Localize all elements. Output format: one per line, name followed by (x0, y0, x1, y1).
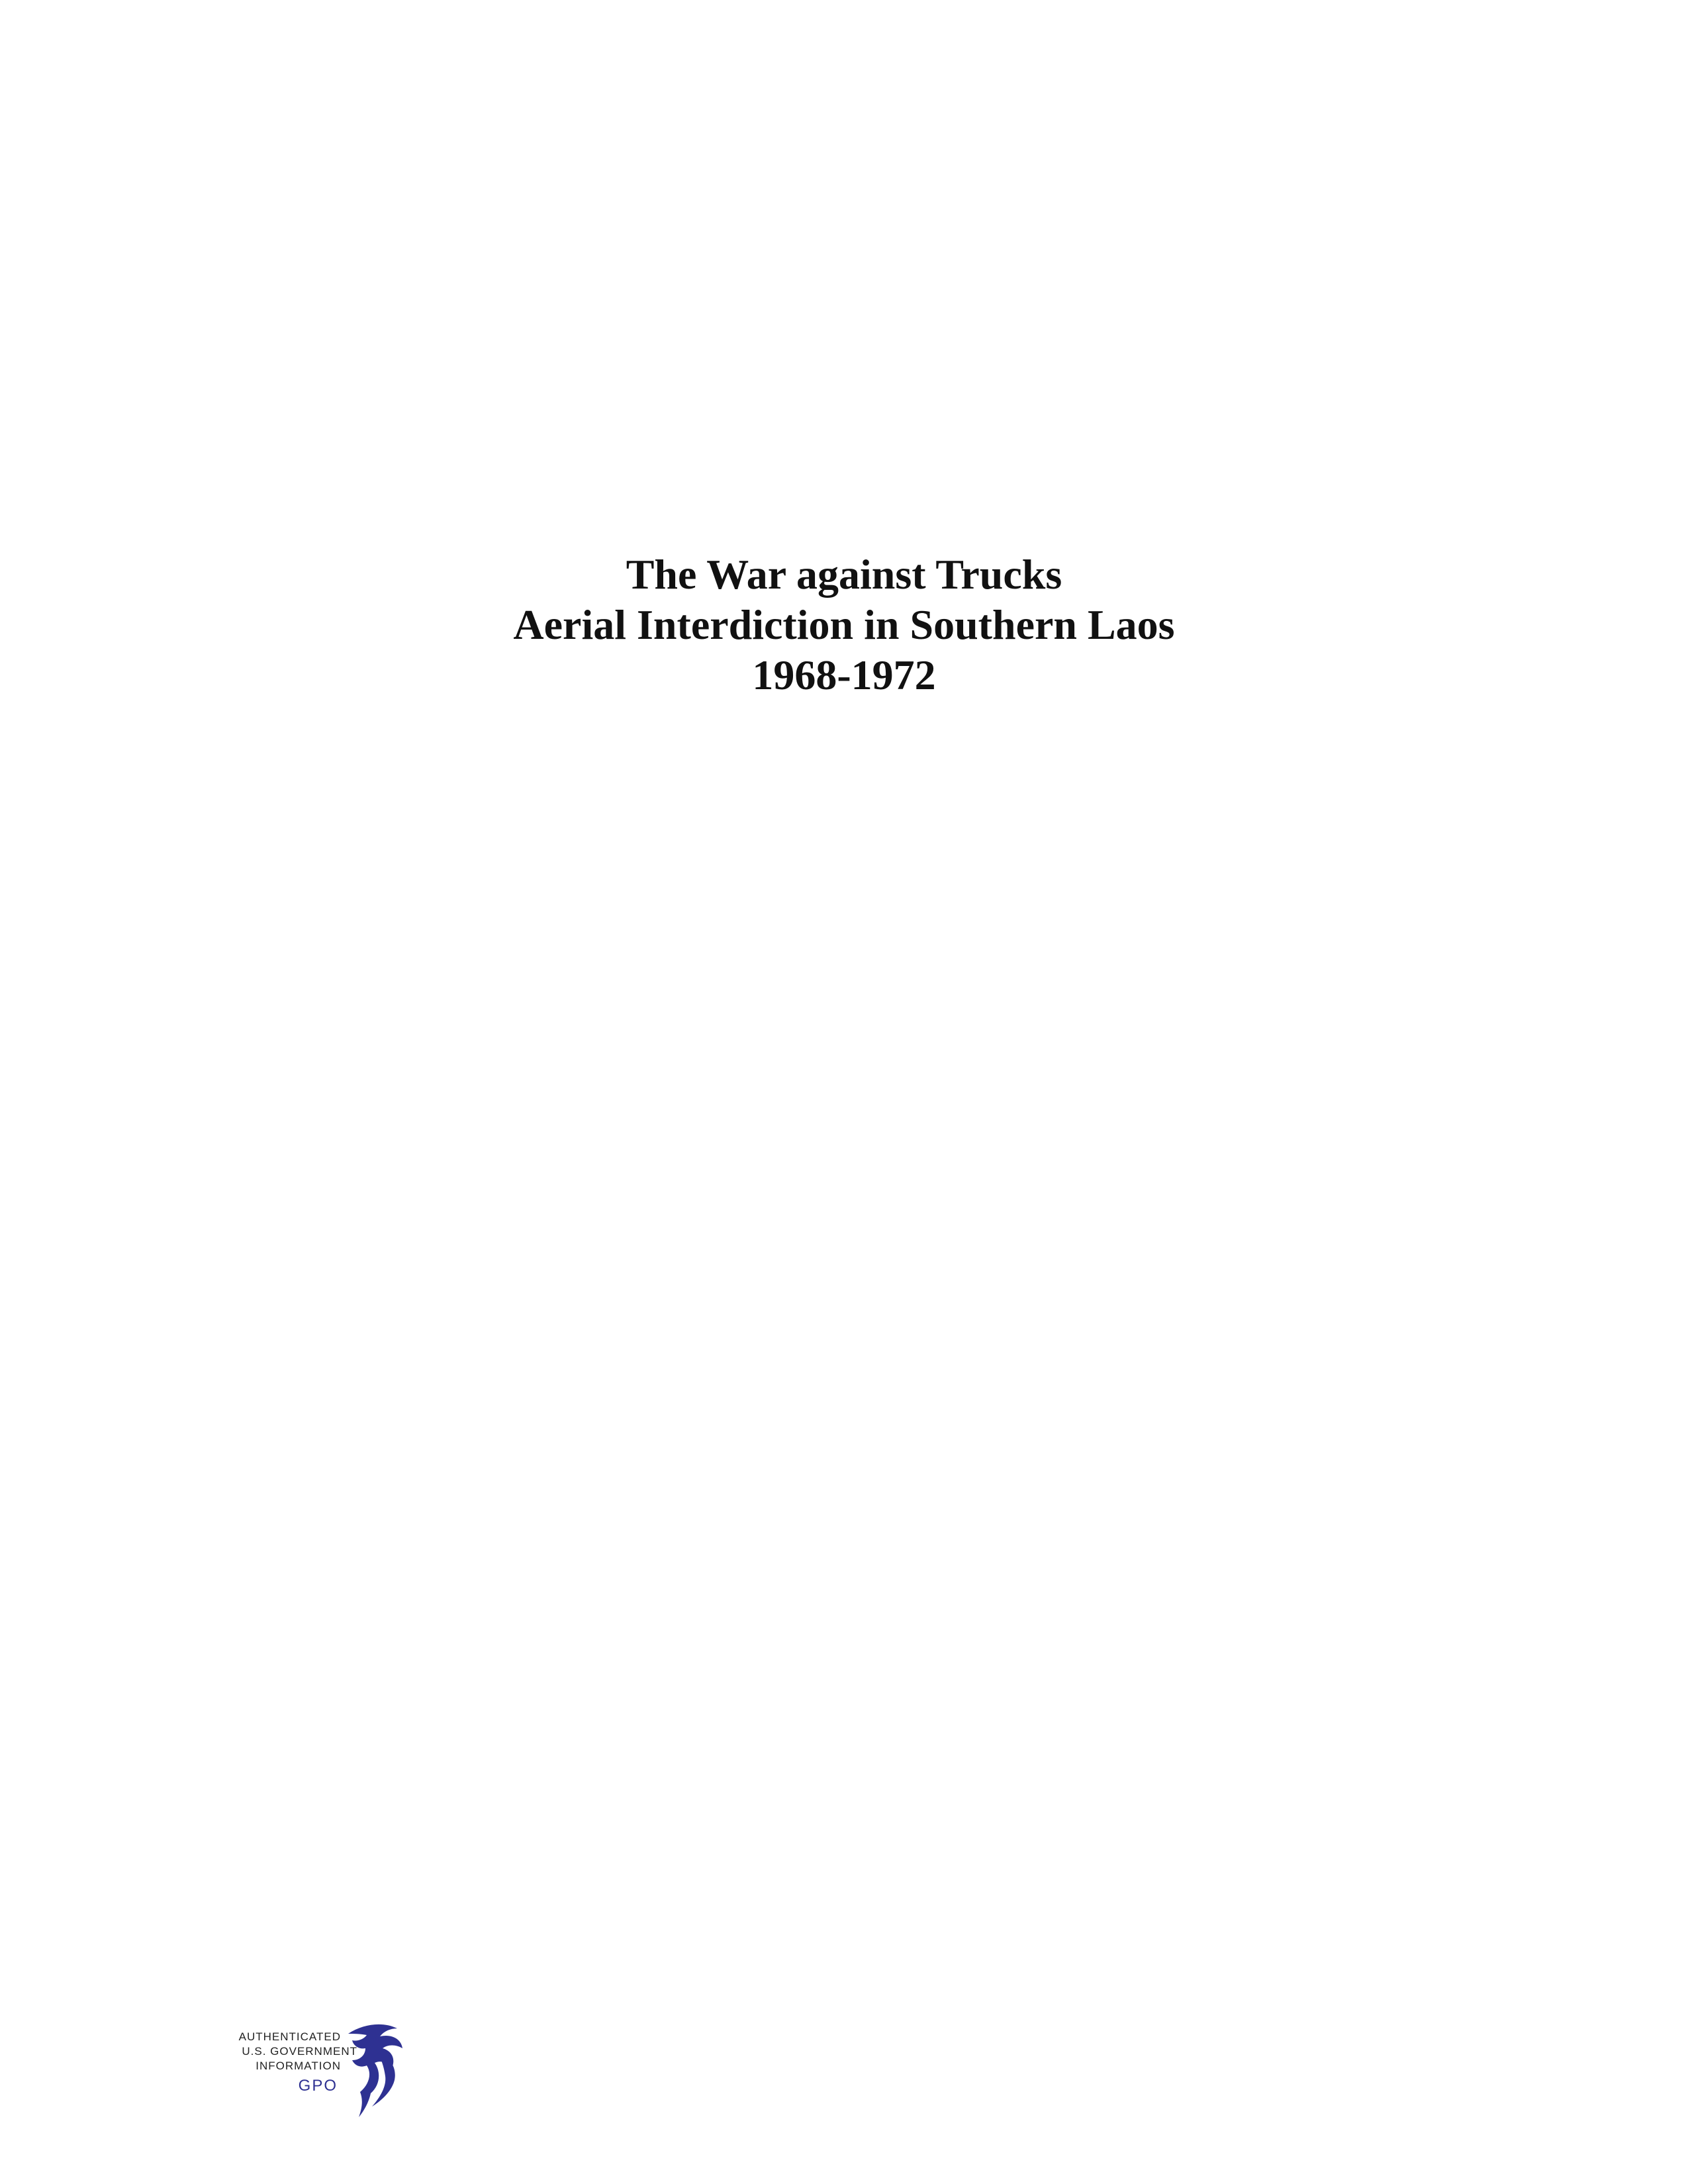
gpo-authentication-seal: AUTHENTICATED U.S. GOVERNMENT INFORMATIO… (218, 2019, 424, 2125)
eagle-icon (348, 2024, 402, 2117)
seal-text-line-1: AUTHENTICATED (239, 2030, 341, 2043)
seal-text-gpo: GPO (299, 2077, 338, 2095)
gpo-seal-graphic: AUTHENTICATED U.S. GOVERNMENT INFORMATIO… (239, 2024, 402, 2117)
title-line-2: Aerial Interdiction in Southern Laos (513, 601, 1175, 648)
title-line-3: 1968-1972 (752, 651, 936, 698)
seal-text-line-2: U.S. GOVERNMENT (242, 2045, 357, 2058)
title-line-1: The War against Trucks (626, 551, 1062, 598)
document-page: The War against Trucks Aerial Interdicti… (0, 0, 1688, 2184)
title-block: The War against Trucks Aerial Interdicti… (0, 549, 1688, 700)
seal-text-line-3: INFORMATION (256, 2060, 341, 2072)
